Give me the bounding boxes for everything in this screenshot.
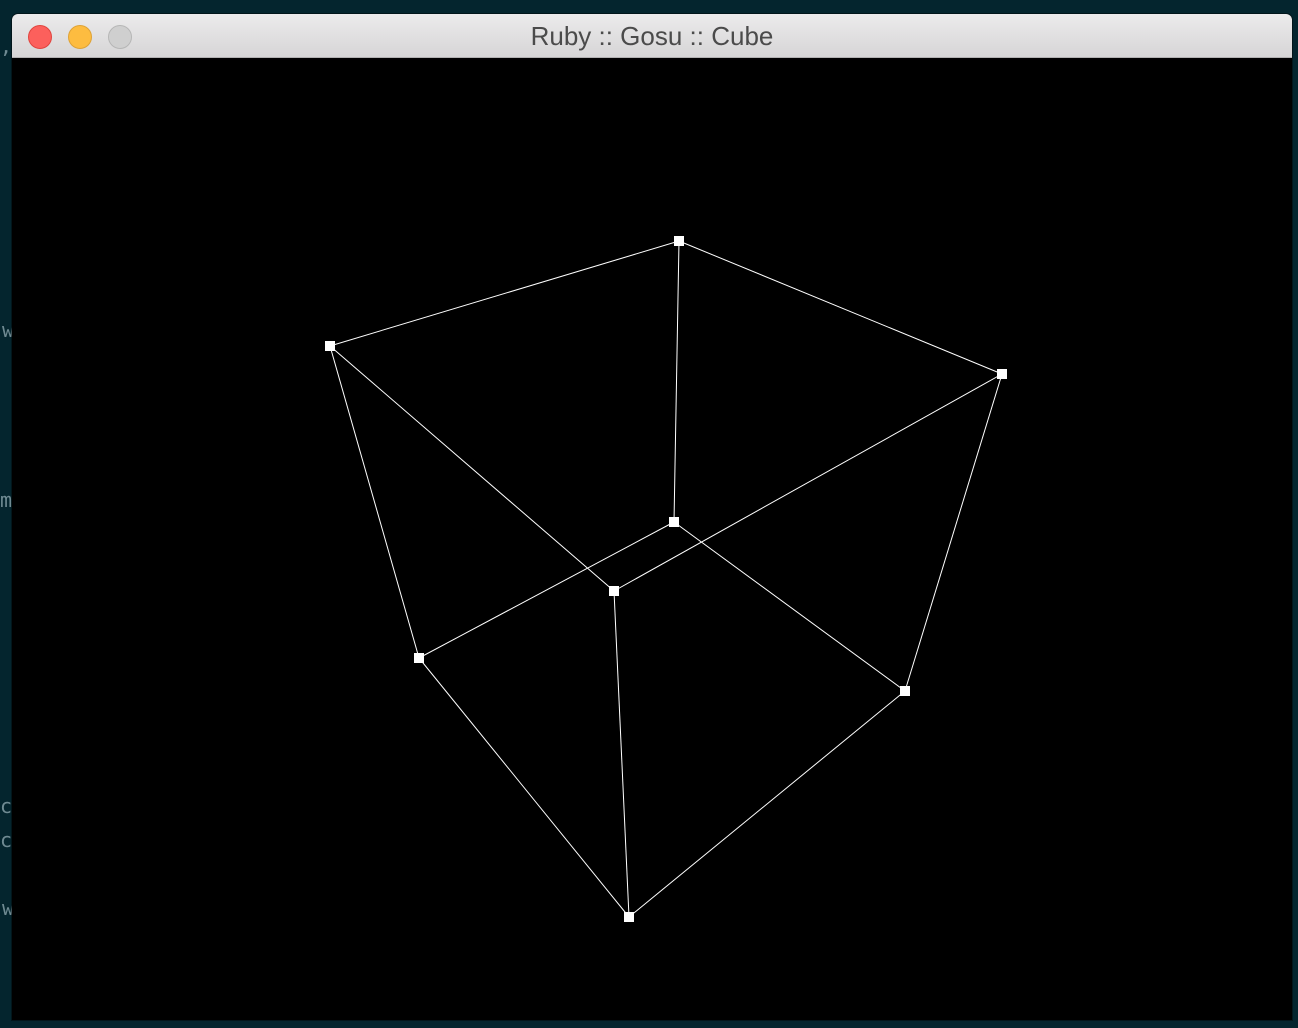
title-bar[interactable]: Ruby :: Gosu :: Cube [12,14,1292,58]
cube-vertex [325,341,335,351]
cube-edge [678,240,1003,375]
cube-edge [673,521,906,692]
desktop-background: , w m co cs w Ruby :: Gosu :: Cube [0,0,1298,1028]
cube-edge [628,690,906,918]
cube-edge [418,657,630,918]
cube-vertex [624,912,634,922]
cube-edge [329,240,680,347]
background-text-fragment: , [0,34,13,58]
cube-vertex [997,369,1007,379]
cube-edge [613,373,1003,592]
cube-vertex [674,236,684,246]
cube-edge [613,590,630,918]
cube-wireframe [325,236,1007,922]
cube-edge [904,373,1003,692]
cube-edge [418,521,675,659]
background-text-fragment: m [0,488,13,512]
cube-edge [673,240,680,523]
cube-edge [329,345,420,659]
cube-vertex [414,653,424,663]
cube-vertex [609,586,619,596]
app-window: Ruby :: Gosu :: Cube [12,14,1292,1020]
cube-vertex [669,517,679,527]
cube-edge [329,345,615,592]
game-canvas[interactable] [12,58,1292,1020]
window-title: Ruby :: Gosu :: Cube [530,21,774,51]
cube-vertex [900,686,910,696]
